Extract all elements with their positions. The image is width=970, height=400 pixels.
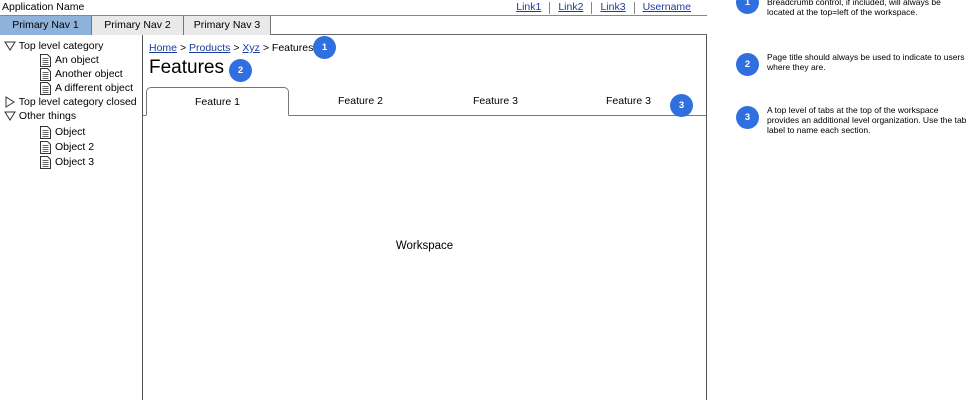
document-icon: [40, 125, 51, 139]
breadcrumb-separator: >: [262, 42, 269, 54]
primary-nav-tab-3[interactable]: Primary Nav 3: [184, 16, 271, 35]
expanded-triangle-icon: [4, 41, 16, 52]
tree-node-top-level[interactable]: Top level category: [4, 39, 103, 53]
breadcrumb-link-xyz[interactable]: Xyz: [242, 42, 260, 54]
callout-badge-2: 2: [229, 59, 252, 82]
breadcrumb-separator: >: [179, 42, 187, 54]
workspace: Home > Products > Xyz > Features 1 Featu…: [143, 35, 706, 400]
document-icon: [40, 155, 51, 169]
tree-leaf-object[interactable]: A different object: [40, 81, 133, 95]
annotation-text: Breadcrumb control, if included, will al…: [767, 0, 941, 17]
tree-leaf-label: Another object: [55, 68, 123, 80]
annotation-1: 1 Breadcrumb control, if included, will …: [736, 0, 970, 31]
tree-leaf-label: Object 3: [55, 156, 95, 168]
tree-node-label: Top level category closed: [18, 96, 137, 108]
tree-node-label: Top level category: [18, 40, 104, 52]
sidebar-tree: Top level category An object Another obj…: [0, 35, 143, 400]
tree-leaf-label: An object: [55, 54, 99, 66]
annotation-2: 2 Page title should always be used to in…: [736, 52, 970, 83]
callout-badge-3: 3: [670, 94, 693, 117]
tree-leaf-object[interactable]: Object: [40, 125, 85, 139]
annotation-badge: 2: [736, 53, 759, 76]
collapsed-triangle-icon: [5, 96, 15, 109]
username-link[interactable]: Username: [635, 1, 699, 14]
document-icon: [40, 67, 51, 81]
annotation-badge: 1: [736, 0, 759, 14]
tree-node-label: Other things: [18, 110, 77, 122]
tree-node-other[interactable]: Other things: [4, 109, 76, 123]
tab-feature-1[interactable]: Feature 1: [146, 87, 289, 116]
tree-node-closed[interactable]: Top level category closed: [4, 95, 137, 109]
app-name: Application Name: [2, 1, 85, 13]
header-link-3[interactable]: Link3: [592, 1, 633, 14]
tab-feature-2[interactable]: Feature 2: [289, 87, 432, 116]
annotation-text: Page title should always be used to indi…: [767, 52, 965, 72]
primary-nav-tab-1[interactable]: Primary Nav 1: [0, 16, 92, 35]
document-icon: [40, 81, 51, 95]
app-window: Application Name Link1 Link2 Link3 Usern…: [0, 0, 707, 400]
app-header: Application Name Link1 Link2 Link3 Usern…: [0, 0, 707, 16]
breadcrumb-link-products[interactable]: Products: [189, 42, 230, 54]
breadcrumb: Home > Products > Xyz > Features: [149, 42, 313, 54]
breadcrumb-current: Features: [271, 42, 314, 54]
breadcrumb-separator: >: [233, 42, 240, 54]
annotation-badge: 3: [736, 106, 759, 129]
tree-leaf-label: Object: [55, 126, 86, 138]
tree-leaf-object[interactable]: Another object: [40, 67, 123, 81]
tree-leaf-label: A different object: [55, 82, 134, 94]
breadcrumb-link-home[interactable]: Home: [149, 42, 177, 54]
header-links: Link1 Link2 Link3 Username: [508, 0, 699, 15]
document-icon: [40, 140, 51, 154]
tree-leaf-object[interactable]: Object 2: [40, 140, 94, 154]
tree-leaf-label: Object 2: [55, 141, 95, 153]
header-link-2[interactable]: Link2: [550, 1, 591, 14]
primary-nav-tab-2[interactable]: Primary Nav 2: [92, 16, 184, 35]
tab-feature-3[interactable]: Feature 3: [424, 87, 567, 116]
tree-leaf-object[interactable]: Object 3: [40, 155, 94, 169]
page-title: Features: [149, 57, 224, 78]
tree-leaf-object[interactable]: An object: [40, 53, 99, 67]
primary-nav: Primary Nav 1 Primary Nav 2 Primary Nav …: [0, 16, 707, 35]
document-icon: [40, 53, 51, 67]
annotation-3: 3 A top level of tabs at the top of the …: [736, 105, 970, 146]
annotation-text: A top level of tabs at the top of the wo…: [767, 105, 967, 135]
expanded-triangle-icon: [4, 111, 16, 122]
workspace-label: Workspace: [395, 240, 454, 252]
header-link-1[interactable]: Link1: [508, 1, 549, 14]
callout-badge-1: 1: [313, 36, 336, 59]
